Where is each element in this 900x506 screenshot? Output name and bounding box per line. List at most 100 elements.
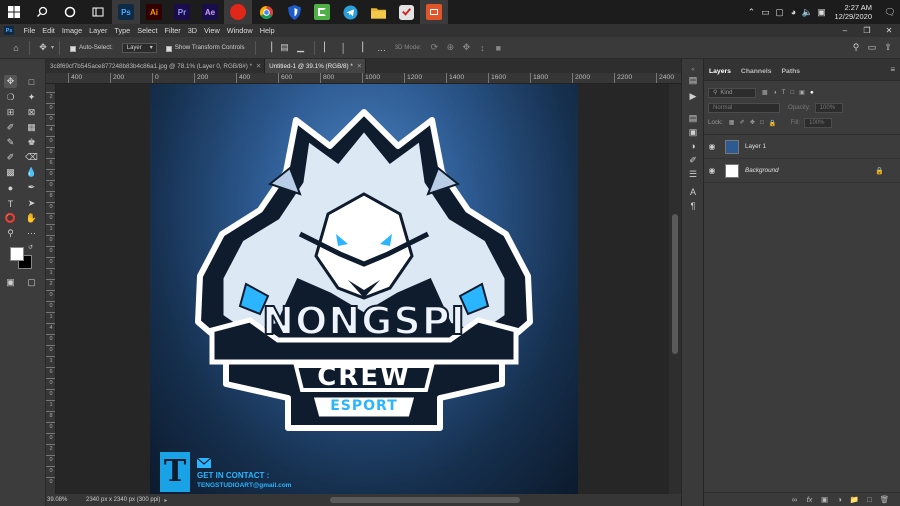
chevron-down-icon[interactable]: ▾ xyxy=(51,44,54,51)
sliders-icon[interactable]: ☰ xyxy=(685,167,701,181)
filter-type-icon[interactable]: T xyxy=(782,89,786,96)
zoom-level[interactable]: 39.08% xyxy=(46,497,84,503)
home-icon[interactable]: ⌂ xyxy=(8,40,24,56)
layer-row-background[interactable]: ◉ Background 🔒 xyxy=(704,159,900,183)
chevron-up-icon[interactable]: ⌃ xyxy=(744,5,758,19)
stamp-tool-icon[interactable]: ♚ xyxy=(25,136,38,149)
align-left-icon[interactable]: ▏ xyxy=(320,40,336,56)
marquee-tool-icon[interactable]: □ xyxy=(25,75,38,88)
menu-3d[interactable]: 3D xyxy=(184,26,200,35)
taskbar-app-illustrator[interactable]: Ai xyxy=(140,0,168,24)
taskbar-app-chrome[interactable] xyxy=(252,0,280,24)
close-tab-icon[interactable]: ✕ xyxy=(357,63,362,70)
adjustments-icon[interactable]: ◑ xyxy=(685,139,701,153)
chevron-right-icon[interactable]: ▸ xyxy=(164,497,167,504)
layer-row-layer-1[interactable]: ◉ Layer 1 xyxy=(704,135,900,159)
eraser-tool-icon[interactable]: ⌫ xyxy=(25,151,38,164)
taskbar-app-red[interactable] xyxy=(224,0,252,24)
panel-menu-icon[interactable]: ≡ xyxy=(890,65,895,74)
wifi-icon[interactable]: ◕ xyxy=(786,5,800,19)
system-clock[interactable]: 2:27 AM 12/29/2020 xyxy=(828,3,880,21)
align-top-icon[interactable]: ▕ xyxy=(261,40,277,56)
restore-icon[interactable]: ❐ xyxy=(856,26,878,35)
lock-transparent-icon[interactable]: ▦ xyxy=(729,119,735,126)
link-layers-icon[interactable]: ∞ xyxy=(787,495,802,504)
quick-select-tool-icon[interactable]: ✦ xyxy=(25,91,38,104)
blend-mode-dropdown[interactable]: Normal xyxy=(708,102,780,113)
roll-3d-icon[interactable]: ⊕ xyxy=(442,40,458,56)
taskbar-app-file-explorer[interactable] xyxy=(364,0,392,24)
drag-3d-icon[interactable]: ✥ xyxy=(458,40,474,56)
menu-view[interactable]: View xyxy=(201,26,224,35)
notifications-icon[interactable]: 🗨 xyxy=(880,5,900,19)
filter-shape-icon[interactable]: □ xyxy=(790,89,794,96)
opacity-input[interactable]: 100% xyxy=(814,102,843,113)
horizontal-ruler[interactable]: 400 200 0 200 400 600 800 1000 1200 1400 1600 1800 2… xyxy=(46,73,681,84)
dodge-tool-icon[interactable]: ● xyxy=(4,181,17,194)
tab-paths[interactable]: Paths xyxy=(777,68,806,80)
healing-brush-icon[interactable]: ▦ xyxy=(25,121,38,134)
slide-3d-icon[interactable]: ↕ xyxy=(474,40,490,56)
filter-adjustment-icon[interactable]: ◑ xyxy=(773,89,777,96)
share-icon[interactable]: ⇧ xyxy=(880,40,896,56)
vertical-scrollbar[interactable] xyxy=(669,84,681,494)
lasso-tool-icon[interactable]: ❍ xyxy=(4,91,17,104)
artboard[interactable]: NONGSPI CREW ESPORT T GET IN CONTACT : T… xyxy=(150,84,578,494)
menu-file[interactable]: File xyxy=(20,26,39,35)
taskbar-search-button[interactable] xyxy=(28,0,56,24)
menu-edit[interactable]: Edit xyxy=(39,26,59,35)
swap-colors-icon[interactable]: ↺ xyxy=(28,244,33,251)
menu-window[interactable]: Window xyxy=(223,26,256,35)
eyedropper-tool-icon[interactable]: ✐ xyxy=(4,121,17,134)
taskbar-app-telegram[interactable] xyxy=(336,0,364,24)
lock-position-icon[interactable]: ✥ xyxy=(750,119,755,126)
display-icon[interactable]: ▭ xyxy=(758,5,772,19)
quick-mask-icon[interactable]: ▣ xyxy=(4,276,17,289)
lock-artboard-icon[interactable]: □ xyxy=(760,119,764,126)
vertical-ruler[interactable]: 2 0 0 4 0 0 6 0 0 8 0 0 1 0 0 0 1 2 0 0 1 4 0 0 1 6 0 0 1 8 0 0 2 0 0 0 xyxy=(46,84,56,494)
menu-image[interactable]: Image xyxy=(58,26,85,35)
auto-select-dropdown[interactable]: Layer xyxy=(121,42,157,53)
new-layer-icon[interactable]: □ xyxy=(862,495,877,504)
character-icon[interactable]: A xyxy=(685,185,701,199)
volume-icon[interactable]: 🔈 xyxy=(800,5,814,19)
taskbar-app-shield[interactable] xyxy=(280,0,308,24)
filter-smart-icon[interactable]: ▣ xyxy=(799,89,805,96)
move-tool-icon[interactable]: ✥ xyxy=(4,75,17,88)
lock-pixels-icon[interactable]: ✐ xyxy=(740,119,745,126)
filter-pixel-icon[interactable]: ▩ xyxy=(762,89,768,96)
properties-icon[interactable]: ▤ xyxy=(685,111,701,125)
canvas-area[interactable]: NONGSPI CREW ESPORT T GET IN CONTACT : T… xyxy=(56,84,669,494)
tab-channels[interactable]: Channels xyxy=(736,68,777,80)
more-tools-icon[interactable]: ⋯ xyxy=(25,227,38,240)
windows-start-button[interactable] xyxy=(0,0,28,24)
type-tool-icon[interactable]: T xyxy=(4,197,17,210)
path-select-tool-icon[interactable]: ➤ xyxy=(25,197,38,210)
history-brush-icon[interactable]: ✐ xyxy=(4,151,17,164)
screen-mode-icon[interactable]: ▢ xyxy=(25,276,38,289)
lock-all-icon[interactable]: 🔒 xyxy=(769,119,777,127)
taskbar-app-premiere[interactable]: Pr xyxy=(168,0,196,24)
align-bottom-icon[interactable]: ▁ xyxy=(293,40,309,56)
menu-layer[interactable]: Layer xyxy=(86,26,111,35)
battery-icon[interactable]: ▣ xyxy=(814,5,828,19)
move-tool-icon[interactable]: ✥ xyxy=(35,40,51,56)
new-group-icon[interactable]: 📁 xyxy=(847,495,862,504)
align-middle-icon[interactable]: ▤ xyxy=(277,40,293,56)
taskbar-app-after-effects[interactable]: Ae xyxy=(196,0,224,24)
search-icon[interactable]: ⚲ xyxy=(848,40,864,56)
history-icon[interactable]: ▤ xyxy=(685,73,701,87)
foreground-color-swatch[interactable] xyxy=(10,247,24,261)
taskbar-app-recorder[interactable] xyxy=(392,0,420,24)
tab-document-1[interactable]: 3c8f69cf7b545ace877248b83b4c86a1.jpg @ 7… xyxy=(46,59,266,73)
cortana-button[interactable] xyxy=(56,0,84,24)
visibility-eye-icon[interactable]: ◉ xyxy=(704,142,720,151)
menu-type[interactable]: Type xyxy=(111,26,134,35)
brush-tool-icon[interactable]: ✎ xyxy=(4,136,17,149)
task-view-button[interactable] xyxy=(84,0,112,24)
lock-icon[interactable]: 🔒 xyxy=(875,167,884,175)
tab-layers[interactable]: Layers xyxy=(704,68,736,80)
play-actions-icon[interactable]: ▶ xyxy=(685,89,701,103)
libraries-icon[interactable]: ▣ xyxy=(685,125,701,139)
fill-input[interactable]: 100% xyxy=(804,117,833,128)
